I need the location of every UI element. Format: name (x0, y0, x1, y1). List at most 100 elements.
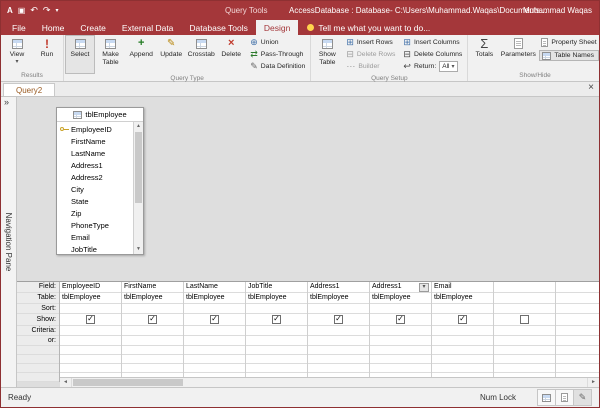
field-cell-active[interactable]: Address1 (370, 282, 431, 293)
field-item-firstname[interactable]: FirstName (57, 135, 133, 147)
field-list-tblemployee[interactable]: tblEmployee EmployeeID FirstName LastNam… (56, 107, 144, 255)
field-list-title[interactable]: tblEmployee (57, 108, 143, 122)
field-item-address1[interactable]: Address1 (57, 159, 133, 171)
property-sheet-button[interactable]: Property Sheet (539, 38, 598, 47)
sql-view-button[interactable] (555, 389, 574, 406)
scroll-up-icon[interactable] (134, 122, 143, 131)
field-item-city[interactable]: City (57, 183, 133, 195)
field-list-scrollbar[interactable] (133, 122, 143, 254)
field-item-jobtitle[interactable]: JobTitle (57, 243, 133, 254)
scrollbar-thumb[interactable] (73, 379, 183, 386)
or-cell[interactable] (308, 336, 369, 346)
grid-horizontal-scrollbar[interactable] (60, 377, 599, 387)
delete-query-button[interactable]: Delete (216, 35, 246, 74)
show-checkbox[interactable] (148, 315, 157, 324)
field-item-state[interactable]: State (57, 195, 133, 207)
or-cell[interactable] (246, 336, 307, 346)
field-dropdown-button[interactable] (419, 283, 429, 292)
union-button[interactable]: Union (248, 38, 307, 47)
show-checkbox[interactable] (210, 315, 219, 324)
field-item-address2[interactable]: Address2 (57, 171, 133, 183)
sort-cell[interactable] (122, 304, 183, 314)
design-view-button[interactable] (573, 389, 592, 406)
undo-icon[interactable] (30, 6, 38, 15)
qat-dropdown-icon[interactable] (55, 8, 58, 14)
criteria-cell[interactable] (432, 326, 493, 336)
field-item-employeeid[interactable]: EmployeeID (57, 123, 133, 135)
save-icon[interactable] (18, 7, 26, 15)
table-cell[interactable]: tblEmployee (60, 293, 121, 304)
sort-cell[interactable] (184, 304, 245, 314)
show-checkbox[interactable] (520, 315, 529, 324)
show-checkbox[interactable] (396, 315, 405, 324)
scroll-right-icon[interactable] (587, 378, 599, 387)
tab-create[interactable]: Create (72, 20, 114, 35)
field-item-lastname[interactable]: LastName (57, 147, 133, 159)
criteria-cell[interactable] (246, 326, 307, 336)
redo-icon[interactable] (43, 6, 51, 15)
or-cell[interactable] (370, 336, 431, 346)
criteria-cell[interactable] (184, 326, 245, 336)
sort-cell[interactable] (246, 304, 307, 314)
pass-through-button[interactable]: Pass-Through (248, 50, 307, 59)
scroll-down-icon[interactable] (134, 245, 143, 254)
make-table-button[interactable]: Make Table (95, 35, 126, 74)
document-tab-query2[interactable]: Query2 (3, 83, 55, 96)
table-cell[interactable]: tblEmployee (432, 293, 493, 304)
sort-cell[interactable] (308, 304, 369, 314)
tab-file[interactable]: File (4, 20, 34, 35)
sort-cell[interactable] (432, 304, 493, 314)
field-item-phonetype[interactable]: PhoneType (57, 219, 133, 231)
show-cell[interactable] (184, 314, 245, 326)
field-cell[interactable]: Address1 (308, 282, 369, 293)
field-cell[interactable]: Email (432, 282, 493, 293)
show-checkbox[interactable] (272, 315, 281, 324)
criteria-cell[interactable] (60, 326, 121, 336)
tell-me-box[interactable]: Tell me what you want to do... (298, 20, 439, 35)
or-cell[interactable] (122, 336, 183, 346)
sort-cell[interactable] (60, 304, 121, 314)
field-cell[interactable]: FirstName (122, 282, 183, 293)
table-cell[interactable]: tblEmployee (184, 293, 245, 304)
criteria-cell[interactable] (370, 326, 431, 336)
table-cell[interactable]: tblEmployee (308, 293, 369, 304)
sort-cell[interactable] (370, 304, 431, 314)
scrollbar-thumb[interactable] (135, 132, 142, 203)
tab-design[interactable]: Design (256, 20, 298, 35)
return-select[interactable]: All (439, 61, 457, 72)
navigation-pane-collapsed[interactable]: Navigation Pane (1, 97, 17, 387)
account-user-name[interactable]: Muhammad Waqas (523, 1, 592, 20)
field-cell[interactable] (494, 282, 555, 293)
table-cell[interactable]: tblEmployee (246, 293, 307, 304)
insert-rows-button[interactable]: Insert Rows (344, 38, 397, 47)
append-button[interactable]: Append (126, 35, 156, 74)
show-table-button[interactable]: Show Table (312, 35, 342, 74)
field-item-zip[interactable]: Zip (57, 207, 133, 219)
update-button[interactable]: Update (156, 35, 186, 74)
expand-nav-pane-icon[interactable] (4, 98, 9, 107)
table-names-button[interactable]: Table Names (539, 50, 598, 61)
datasheet-view-button[interactable] (537, 389, 556, 406)
or-cell[interactable] (60, 336, 121, 346)
view-button[interactable]: View (2, 35, 32, 71)
show-checkbox[interactable] (334, 315, 343, 324)
tab-home[interactable]: Home (34, 20, 73, 35)
totals-button[interactable]: Totals (469, 35, 499, 71)
select-query-button[interactable]: Select (65, 35, 95, 74)
close-object-icon[interactable] (588, 83, 594, 93)
or-cell[interactable] (432, 336, 493, 346)
show-cell[interactable] (246, 314, 307, 326)
delete-columns-button[interactable]: Delete Columns (401, 50, 464, 59)
tab-database-tools[interactable]: Database Tools (181, 20, 255, 35)
show-checkbox[interactable] (458, 315, 467, 324)
scroll-left-icon[interactable] (60, 378, 72, 387)
table-cell[interactable]: tblEmployee (370, 293, 431, 304)
crosstab-button[interactable]: Crosstab (186, 35, 216, 74)
parameters-button[interactable]: Parameters (499, 35, 537, 71)
show-cell[interactable] (370, 314, 431, 326)
table-cell[interactable] (494, 293, 555, 304)
show-cell[interactable] (494, 314, 555, 326)
builder-button[interactable]: Builder (344, 62, 397, 71)
or-cell[interactable] (494, 336, 555, 346)
field-cell[interactable]: LastName (184, 282, 245, 293)
